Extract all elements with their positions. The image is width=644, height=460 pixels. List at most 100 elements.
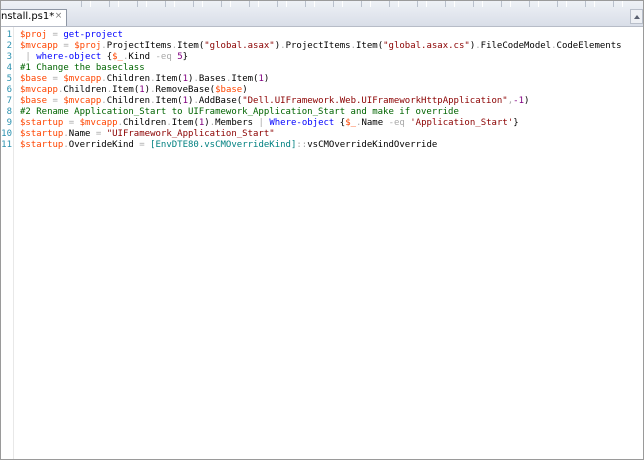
code-token: ) [242, 85, 248, 95]
scroll-up-arrow-icon[interactable] [630, 9, 643, 24]
code-token: "global.asax.cs" [383, 41, 470, 51]
code-token: $mvcapp [20, 41, 58, 51]
code-token: "Dell.UIFramework.Web.UIFrameworkHttpApp… [242, 96, 508, 106]
close-icon[interactable]: × [54, 12, 63, 21]
toolbar-separator [109, 1, 119, 7]
toolbar-separator [249, 1, 259, 7]
code-line[interactable]: #1 Change the baseclass [20, 63, 145, 74]
toolbar-separator [165, 1, 175, 7]
toolbar-separator [221, 1, 231, 7]
code-token: { [101, 52, 113, 62]
toolbar-separator [613, 1, 623, 7]
toolbar-separator [501, 1, 511, 7]
code-token: $mvcapp [79, 118, 118, 128]
line-number: 4 [6, 63, 12, 73]
code-line[interactable]: $mvcapp = $proj.ProjectItems.Item("globa… [20, 41, 622, 52]
script-editor-window: nstall.ps1* × 1 2 3 4 5 6 7 8 9 10 11 $proj = get-… [0, 0, 644, 460]
toolbar-separator [417, 1, 427, 7]
code-token: -eq [155, 52, 172, 62]
code-token: Children [122, 118, 167, 128]
code-token: Name [68, 129, 96, 139]
code-token: vsCMOverrideKindOverride [307, 140, 438, 150]
code-token: AddBase( [198, 96, 243, 106]
code-token: where-object [36, 52, 102, 62]
code-token: Item( [112, 85, 140, 95]
code-token: Kind [128, 52, 156, 62]
code-token: #1 Change the baseclass [20, 63, 145, 73]
toolbar-separator [137, 1, 147, 7]
code-line[interactable]: | where-object {$_.Kind -eq 5} [20, 52, 188, 63]
code-token: Children [106, 96, 151, 106]
toolbar-separator [333, 1, 343, 7]
toolbar-separator [445, 1, 455, 7]
tab-install-ps1[interactable]: nstall.ps1* × [1, 9, 67, 26]
code-line[interactable]: $startup.Name = "UIFramework_Application… [20, 129, 275, 140]
code-token: #2 Rename Application_Start to UIFramewo… [20, 107, 459, 117]
line-number: 8 [6, 107, 12, 117]
code-line[interactable]: #2 Rename Application_Start to UIFramewo… [20, 107, 459, 118]
code-token: 'Application_Start' [410, 118, 514, 128]
code-token: "global.asax" [204, 41, 275, 51]
code-token: $proj [74, 41, 102, 51]
code-token: ProjectItems [285, 41, 351, 51]
code-token: RemoveBase( [155, 85, 216, 95]
code-token: } [513, 118, 519, 128]
line-number: 10 [1, 129, 12, 139]
toolbar-edge [81, 1, 643, 9]
code-token: $proj [20, 30, 48, 40]
line-number: 5 [6, 74, 12, 84]
code-editor[interactable]: $proj = get-project $mvcapp = $proj.Proje… [14, 27, 642, 459]
code-token: Item( [177, 41, 205, 51]
code-token: ) [263, 74, 270, 84]
code-token: Members [215, 118, 259, 128]
toolbar-separator [473, 1, 483, 7]
line-number: 9 [6, 118, 12, 128]
code-token: Children [106, 74, 151, 84]
code-token: Bases [198, 74, 226, 84]
code-token: "UIFramework_Application_Start" [106, 129, 275, 139]
toolbar-separator [81, 1, 91, 7]
toolbar-separator [529, 1, 539, 7]
code-line[interactable]: $proj = get-project [20, 30, 123, 41]
code-token: { [334, 118, 346, 128]
code-token: OverrideKind [68, 140, 140, 150]
code-token: $base [215, 85, 243, 95]
code-line[interactable]: $base = $mvcapp.Children.Item(1).Bases.I… [20, 74, 269, 85]
code-token: Item( [155, 74, 183, 84]
code-token: CodeElements [556, 41, 622, 51]
code-token: } [182, 52, 189, 62]
code-token: Name [361, 118, 389, 128]
line-number: 7 [6, 96, 12, 106]
code-token: get-project [63, 30, 123, 40]
line-number: 1 [6, 30, 12, 40]
line-number: 11 [1, 140, 12, 150]
code-token: $startup [20, 129, 64, 139]
code-token: $_ [112, 52, 123, 62]
code-token: [EnvDTE80.vsCMOverrideKind] [150, 140, 297, 150]
tab-strip: nstall.ps1* × [1, 1, 643, 27]
line-number: 6 [6, 85, 12, 95]
line-number: 3 [6, 52, 12, 62]
code-line[interactable]: $base = $mvcapp.Children.Item(1).AddBase… [20, 96, 529, 107]
code-token: Item( [171, 118, 199, 128]
line-number-gutter: 1 2 3 4 5 6 7 8 9 10 11 [1, 27, 14, 459]
code-token: Item( [155, 96, 183, 106]
code-line[interactable]: $startup.OverrideKind = [EnvDTE80.vsCMOv… [20, 140, 437, 151]
code-token: :: [296, 140, 308, 150]
code-line[interactable]: $mvcapp.Children.Item(1).RemoveBase($bas… [20, 85, 248, 96]
toolbar-separator [585, 1, 595, 7]
line-number: 2 [6, 41, 12, 51]
code-token: FileCodeModel [480, 41, 552, 51]
code-token: Item( [356, 41, 384, 51]
code-token: ) [524, 96, 530, 106]
code-token: $startup [20, 118, 64, 128]
code-token: $mvcapp [63, 96, 102, 106]
code-token: $startup [20, 140, 64, 150]
code-token: -1 [513, 96, 524, 106]
toolbar-separator [305, 1, 315, 7]
tab-label: nstall.ps1* [1, 11, 55, 22]
toolbar-separator [193, 1, 203, 7]
code-token: $base [20, 74, 48, 84]
code-line[interactable]: $startup = $mvcapp.Children.Item(1).Memb… [20, 118, 519, 129]
code-token: $mvcapp [20, 85, 58, 95]
